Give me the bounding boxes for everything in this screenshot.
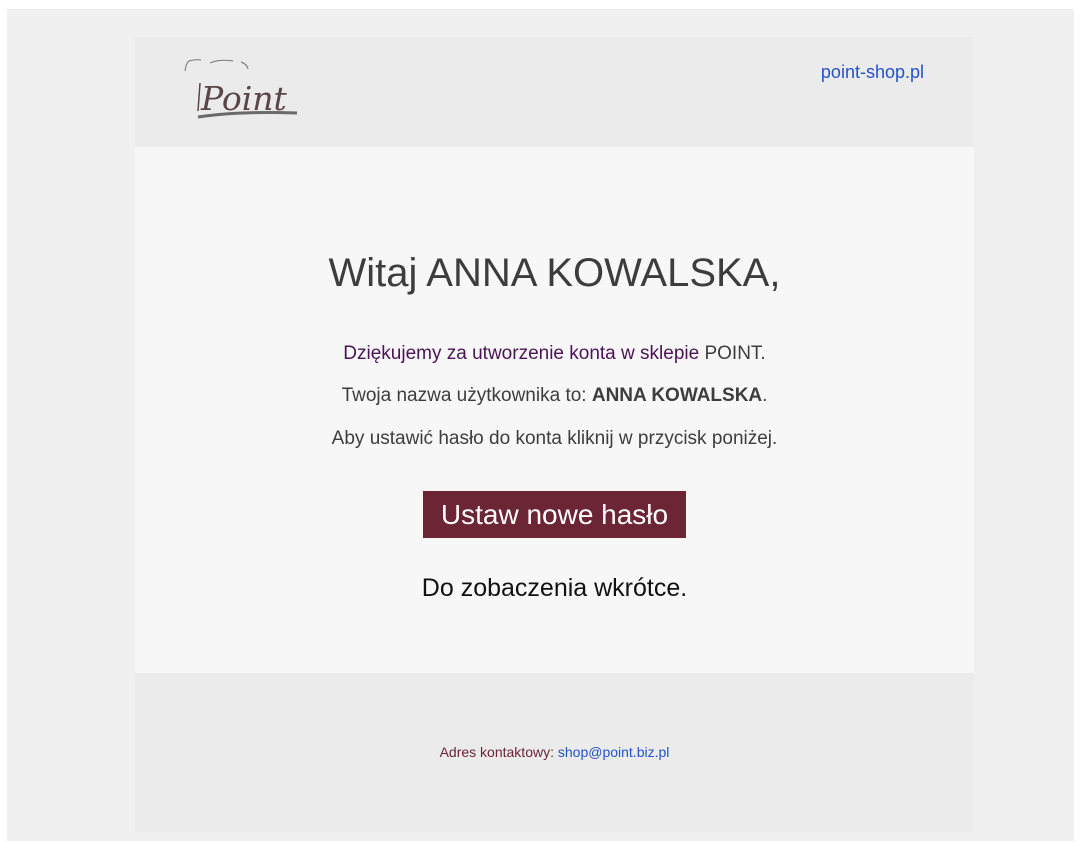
username-prefix: Twoja nazwa użytkownika to: <box>341 385 592 406</box>
instruction-line: Aby ustawić hasło do konta kliknij w prz… <box>331 428 778 449</box>
thanks-text: Dziękujemy za utworzenie konta w sklepie <box>343 343 700 364</box>
logo-text: Point <box>201 79 287 118</box>
contact-label: Adres kontaktowy: <box>439 744 558 760</box>
contact-email-link[interactable]: shop@point.biz.pl <box>558 744 670 760</box>
username-suffix: . <box>762 385 768 406</box>
point-logo: Point <box>179 51 309 131</box>
thanks-line: Dziękujemy za utworzenie konta w sklepie… <box>135 343 974 365</box>
contact-line: Adres kontaktowy: shop@point.biz.pl <box>135 744 974 760</box>
greeting-heading: Witaj ANNA KOWALSKA, <box>328 251 781 295</box>
site-link[interactable]: point-shop.pl <box>821 62 924 83</box>
username-value: ANNA KOWALSKA <box>591 385 763 406</box>
shop-name: POINT. <box>699 343 766 364</box>
email-card: Point point-shop.pl Witaj ANNA KOWALSKA,… <box>135 37 974 832</box>
email-background: Point point-shop.pl Witaj ANNA KOWALSKA,… <box>7 9 1074 841</box>
set-password-button[interactable]: Ustaw nowe hasło <box>423 491 686 538</box>
closing-text: Do zobaczenia wkrótce. <box>421 574 688 602</box>
username-line: Twoja nazwa użytkownika to: ANNA KOWALSK… <box>135 385 974 407</box>
email-body: Witaj ANNA KOWALSKA, Dziękujemy za utwor… <box>135 147 974 673</box>
email-footer: Adres kontaktowy: shop@point.biz.pl <box>135 673 974 832</box>
email-header: Point point-shop.pl <box>135 37 974 147</box>
